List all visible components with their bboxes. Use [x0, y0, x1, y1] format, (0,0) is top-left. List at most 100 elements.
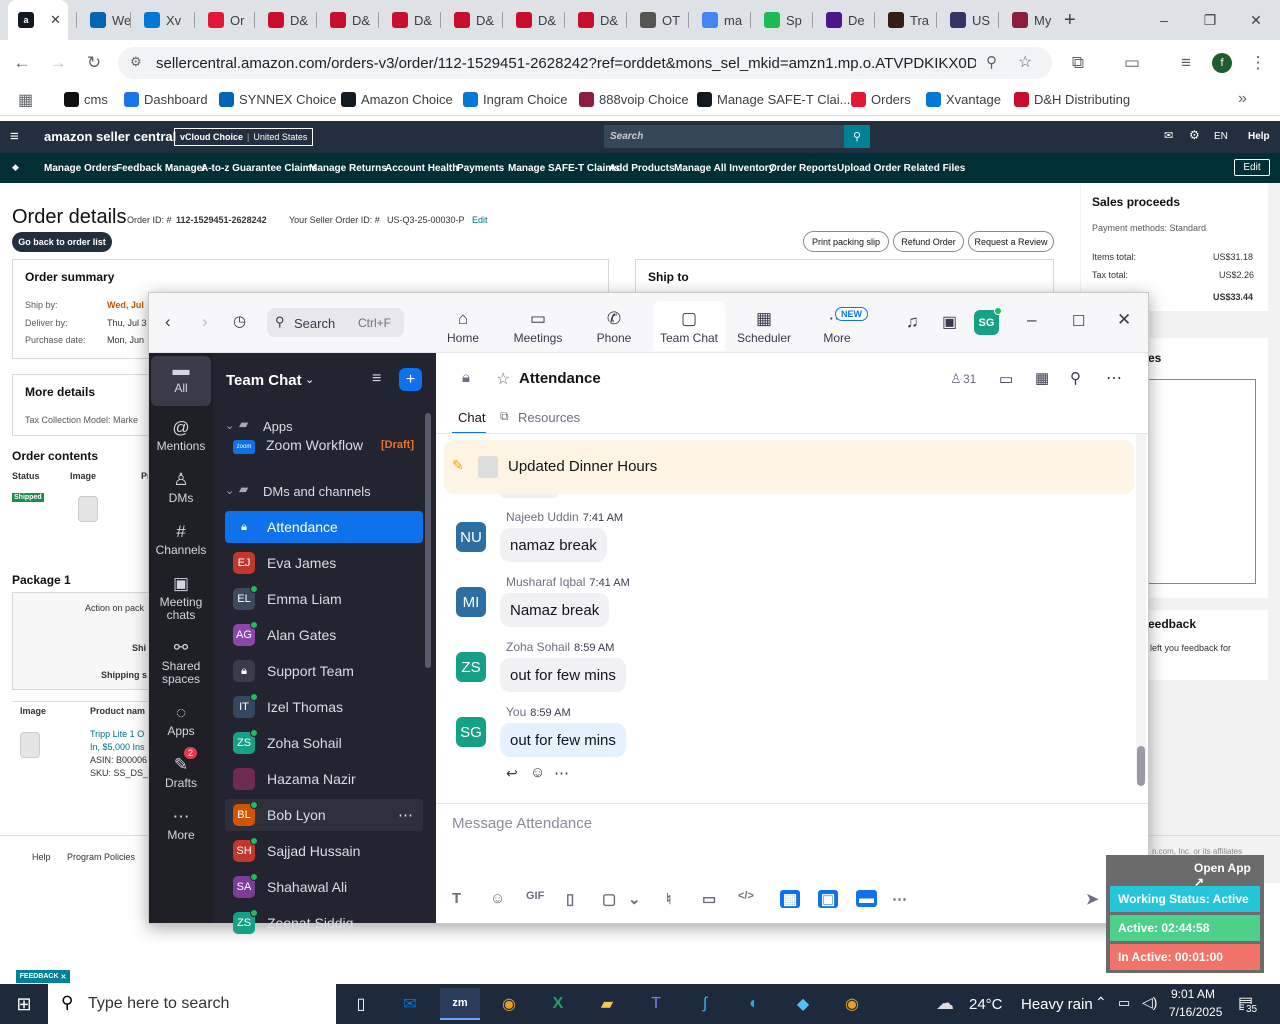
history-icon[interactable]: ◷ — [233, 312, 246, 330]
zoom-profile-avatar[interactable]: SG — [974, 307, 1002, 335]
new-chat-button[interactable]: + — [399, 368, 422, 391]
browser-tab[interactable]: De — [816, 0, 868, 40]
browser-tab[interactable]: D& — [258, 0, 310, 40]
tab-chat[interactable]: Chat — [458, 410, 485, 425]
member-count[interactable]: 31 — [963, 372, 976, 386]
emoji-icon[interactable]: ☺ — [490, 890, 505, 907]
store-selector[interactable]: vCloud Choice | United States — [174, 128, 314, 146]
rail-drafts[interactable]: ✎ Drafts 2 — [151, 747, 211, 790]
address-bar[interactable]: ⚙ sellercentral.amazon.com/orders-v3/ord… — [118, 47, 1052, 79]
profile-avatar[interactable]: f — [1212, 53, 1232, 73]
members-icon[interactable]: ♙ — [950, 371, 962, 387]
seller-nav-item[interactable]: Feedback Manager — [116, 163, 206, 174]
contact-item[interactable]: EJ Eva James — [225, 547, 423, 579]
print-packing-slip-button[interactable]: Print packing slip — [803, 231, 889, 252]
reply-icon[interactable]: ↩ — [506, 765, 518, 782]
taskbar-search-box[interactable]: ⚲ Type here to search — [48, 984, 336, 1024]
clock-date[interactable]: 7/16/2025 — [1169, 1005, 1222, 1019]
contact-item[interactable]: EL Emma Liam — [225, 583, 423, 615]
close-icon[interactable]: ✕ — [1117, 310, 1131, 330]
browser-tab[interactable]: We — [80, 0, 132, 40]
sender-avatar[interactable]: NU — [456, 522, 486, 552]
notification-bell-icon[interactable]: ♫ — [906, 312, 919, 332]
zoom-tab-phone[interactable]: ✆ Phone — [578, 301, 650, 351]
rail-all[interactable]: ▬ All — [151, 356, 211, 406]
seller-nav-item[interactable]: Manage Returns — [309, 163, 387, 174]
chrome-menu-icon[interactable]: ⋮ — [1243, 48, 1273, 78]
dms-section-label[interactable]: DMs and channels — [263, 484, 371, 499]
audio-message-icon[interactable]: ♮ — [666, 890, 671, 908]
seller-nav-item[interactable]: Manage All Inventory — [674, 163, 774, 174]
filter-icon[interactable]: ≡ — [372, 370, 381, 388]
zoom-search-icon[interactable]: ⚲ — [986, 53, 997, 71]
bookmark-item[interactable]: Xvantage — [926, 92, 1001, 107]
chrome-profile-icon[interactable]: ◉ — [832, 988, 872, 1020]
new-tab-icon[interactable]: + — [1064, 0, 1088, 40]
tray-chevron-icon[interactable]: ⌃ — [1095, 994, 1107, 1011]
sender-name[interactable]: Zoha Sohail — [506, 640, 570, 654]
seller-search-input[interactable]: Search — [604, 125, 844, 148]
rail-mentions[interactable]: @ Mentions — [151, 418, 211, 453]
seller-search-button[interactable]: ⚲ — [844, 125, 870, 148]
seller-logo[interactable]: amazon seller central — [44, 129, 176, 144]
mail-icon[interactable]: ✉ — [1164, 129, 1173, 142]
screenshot-icon[interactable]: ▢ — [602, 890, 616, 908]
contact-item[interactable]: 🔒︎ Support Team — [225, 655, 423, 687]
compose-input[interactable]: Message Attendance — [452, 815, 592, 832]
browser-tab[interactable]: a ✕ — [8, 0, 68, 40]
zoom-taskbar-icon[interactable]: zm — [440, 988, 480, 1020]
contact-item[interactable]: BL Bob Lyon ⋯ — [225, 799, 423, 831]
teams-icon[interactable]: T — [636, 988, 676, 1020]
rail-more[interactable]: ⋯ More — [151, 807, 211, 842]
contact-item[interactable]: Hazama Nazir — [225, 763, 423, 795]
contact-item[interactable]: ZS Zoha Sohail — [225, 727, 423, 759]
site-info-icon[interactable]: ⚙ — [130, 54, 142, 70]
channel-search-icon[interactable]: ⚲ — [1070, 369, 1081, 387]
sender-avatar[interactable]: SG — [456, 717, 486, 747]
seller-nav-item[interactable]: Order Reports — [769, 163, 837, 174]
feedback-tab[interactable]: FEEDBACK ✕ — [16, 970, 70, 983]
minimize-icon[interactable]: – — [1027, 310, 1036, 330]
window-minimize-icon[interactable]: – — [1141, 0, 1187, 40]
excel-icon[interactable]: X — [538, 988, 578, 1020]
browser-tab[interactable]: D& — [382, 0, 434, 40]
file-explorer-icon[interactable]: ▰ — [587, 988, 627, 1020]
browser-tab[interactable]: My — [1002, 0, 1054, 40]
cast-icon[interactable]: ▭ — [1117, 48, 1147, 78]
apps-section-label[interactable]: Apps — [263, 419, 293, 434]
bookmark-item[interactable]: Amazon Choice — [341, 92, 453, 107]
help-link[interactable]: Help — [1248, 131, 1270, 142]
contact-item[interactable]: IT Izel Thomas — [225, 691, 423, 723]
edge-icon[interactable]: ◐ — [734, 988, 774, 1020]
nav-edit-button[interactable]: Edit — [1234, 159, 1270, 176]
language-selector[interactable]: EN — [1214, 131, 1228, 142]
zoom-tab-scheduler[interactable]: ▦ Scheduler — [728, 301, 800, 351]
channel-more-icon[interactable]: ⋯ — [1106, 368, 1122, 388]
apps-grid-icon[interactable]: ▦ — [18, 90, 33, 110]
file-icon[interactable]: ▯ — [566, 890, 574, 908]
volume-icon[interactable]: ◁) — [1142, 994, 1157, 1011]
window-close-icon[interactable]: ✕ — [1233, 0, 1279, 40]
product-link[interactable]: Tripp Lite 1 O — [90, 729, 144, 739]
rail-shared-spaces[interactable]: ⚯ Shared spaces — [151, 638, 211, 686]
window-restore-icon[interactable]: ❐ — [1187, 0, 1233, 40]
browser-tab[interactable]: Xv — [134, 0, 186, 40]
add-reaction-icon[interactable]: ☺ — [530, 764, 545, 781]
task-view-icon[interactable]: ▯ — [341, 988, 381, 1020]
whiteboard-icon[interactable]: ▣ — [942, 312, 957, 332]
weather-icon[interactable]: ☁ — [936, 993, 954, 1014]
browser-tab[interactable]: US — [940, 0, 992, 40]
reload-icon[interactable]: ↻ — [79, 48, 109, 78]
seller-order-edit-link[interactable]: Edit — [472, 215, 488, 225]
chevron-down-icon[interactable]: ⌄ — [305, 373, 314, 386]
rail-apps[interactable]: ◌ Apps — [151, 703, 211, 738]
browser-tab[interactable]: Sp — [754, 0, 806, 40]
app-blue-2-icon[interactable]: ▣ — [818, 890, 839, 908]
calendar-icon[interactable]: ▦ — [1035, 369, 1049, 387]
seller-nav-item[interactable]: Payments — [457, 163, 504, 174]
seller-nav-item[interactable]: A-to-z Guarantee Claims — [201, 163, 317, 174]
bookmark-item[interactable]: D&H Distributing — [1014, 92, 1130, 107]
seller-nav-item[interactable]: Account Health — [385, 163, 458, 174]
bookmark-item[interactable]: Ingram Choice — [463, 92, 568, 107]
contact-item[interactable]: SH Sajjad Hussain — [225, 835, 423, 867]
